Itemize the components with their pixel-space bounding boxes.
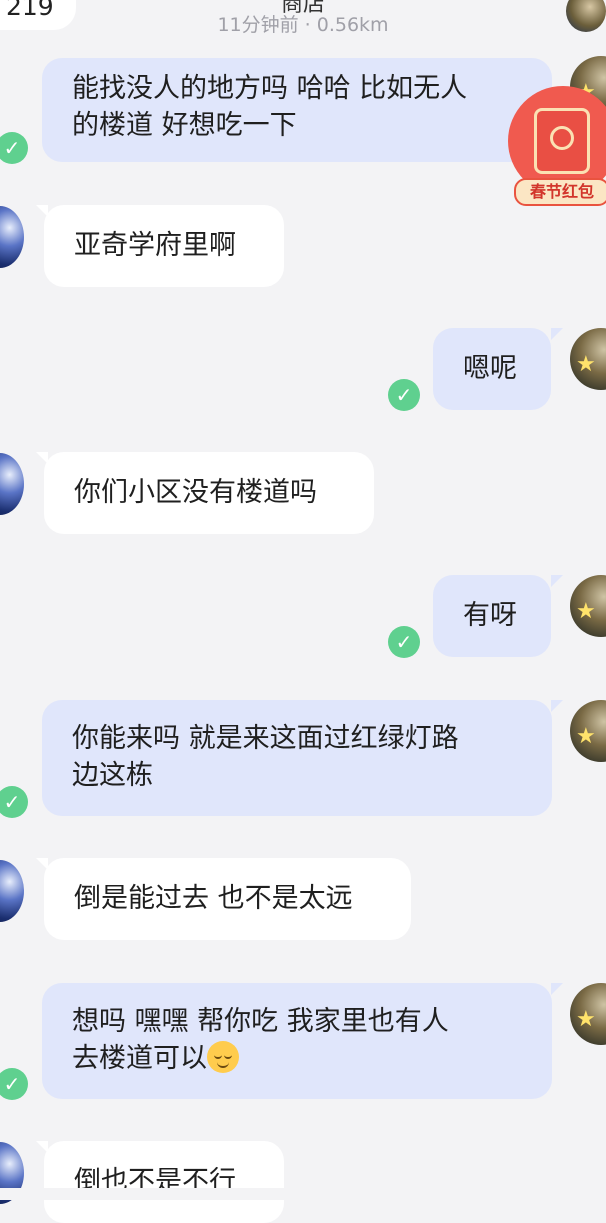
read-receipt-icon: ✓ (0, 132, 28, 164)
relieved-face-emoji-icon (207, 1041, 239, 1073)
message-bubble-outgoing[interactable]: 有呀 (433, 575, 551, 657)
my-avatar[interactable]: ★ (570, 983, 606, 1045)
message-bubble-incoming[interactable]: 你们小区没有楼道吗 (44, 452, 374, 534)
star-icon: ★ (576, 1007, 596, 1032)
message-text: 嗯呢 (463, 353, 517, 384)
message-text: 边这栋 (72, 760, 153, 791)
message-text: 倒是能过去 也不是太远 (74, 883, 353, 914)
red-packet-label: 春节红包 (514, 178, 606, 206)
contact-avatar[interactable] (0, 453, 24, 515)
read-receipt-icon: ✓ (388, 379, 420, 411)
message-text: 有呀 (463, 600, 517, 631)
contact-status: 11分钟前 · 0.56km (217, 14, 389, 36)
message-bubble-incoming[interactable]: 倒也不是不行 (44, 1141, 284, 1223)
message-text: 亚奇学府里啊 (74, 230, 236, 261)
message-bubble-outgoing[interactable]: 嗯呢 (433, 328, 551, 410)
message-bubble-incoming[interactable]: 倒是能过去 也不是太远 (44, 858, 411, 940)
message-text-line: 去楼道可以 (72, 1040, 522, 1077)
message-bubble-outgoing[interactable]: 你能来吗 就是来这面过红绿灯路 边这栋 (42, 700, 552, 816)
my-avatar[interactable]: ★ (570, 575, 606, 637)
message-text: 你能来吗 就是来这面过红绿灯路 (72, 723, 459, 754)
message-text: 能找没人的地方吗 哈哈 比如无人 (72, 73, 468, 104)
message-text: 去楼道可以 (72, 1043, 207, 1074)
message-text: 你们小区没有楼道吗 (74, 477, 317, 508)
star-icon: ★ (576, 352, 596, 377)
message-text: 的楼道 好想吃一下 (72, 110, 297, 141)
star-icon: ★ (576, 724, 596, 749)
contact-avatar[interactable] (0, 860, 24, 922)
read-receipt-icon: ✓ (388, 626, 420, 658)
red-packet-widget[interactable]: 春节红包 (506, 86, 606, 210)
my-avatar[interactable]: ★ (570, 328, 606, 390)
read-receipt-icon: ✓ (0, 1068, 28, 1100)
contact-avatar[interactable] (0, 206, 24, 268)
message-bubble-outgoing[interactable]: 能找没人的地方吗 哈哈 比如无人 的楼道 好想吃一下 (42, 58, 552, 162)
message-bubble-incoming[interactable]: 亚奇学府里啊 (44, 205, 284, 287)
star-icon: ★ (576, 599, 596, 624)
read-receipt-icon: ✓ (0, 786, 28, 818)
chat-header: 219 商店 11分钟前 · 0.56km (0, 0, 606, 50)
message-bubble-outgoing[interactable]: 想吗 嘿嘿 帮你吃 我家里也有人 去楼道可以 (42, 983, 552, 1099)
message-text: 想吗 嘿嘿 帮你吃 我家里也有人 (72, 1006, 449, 1037)
my-avatar[interactable]: ★ (570, 700, 606, 762)
